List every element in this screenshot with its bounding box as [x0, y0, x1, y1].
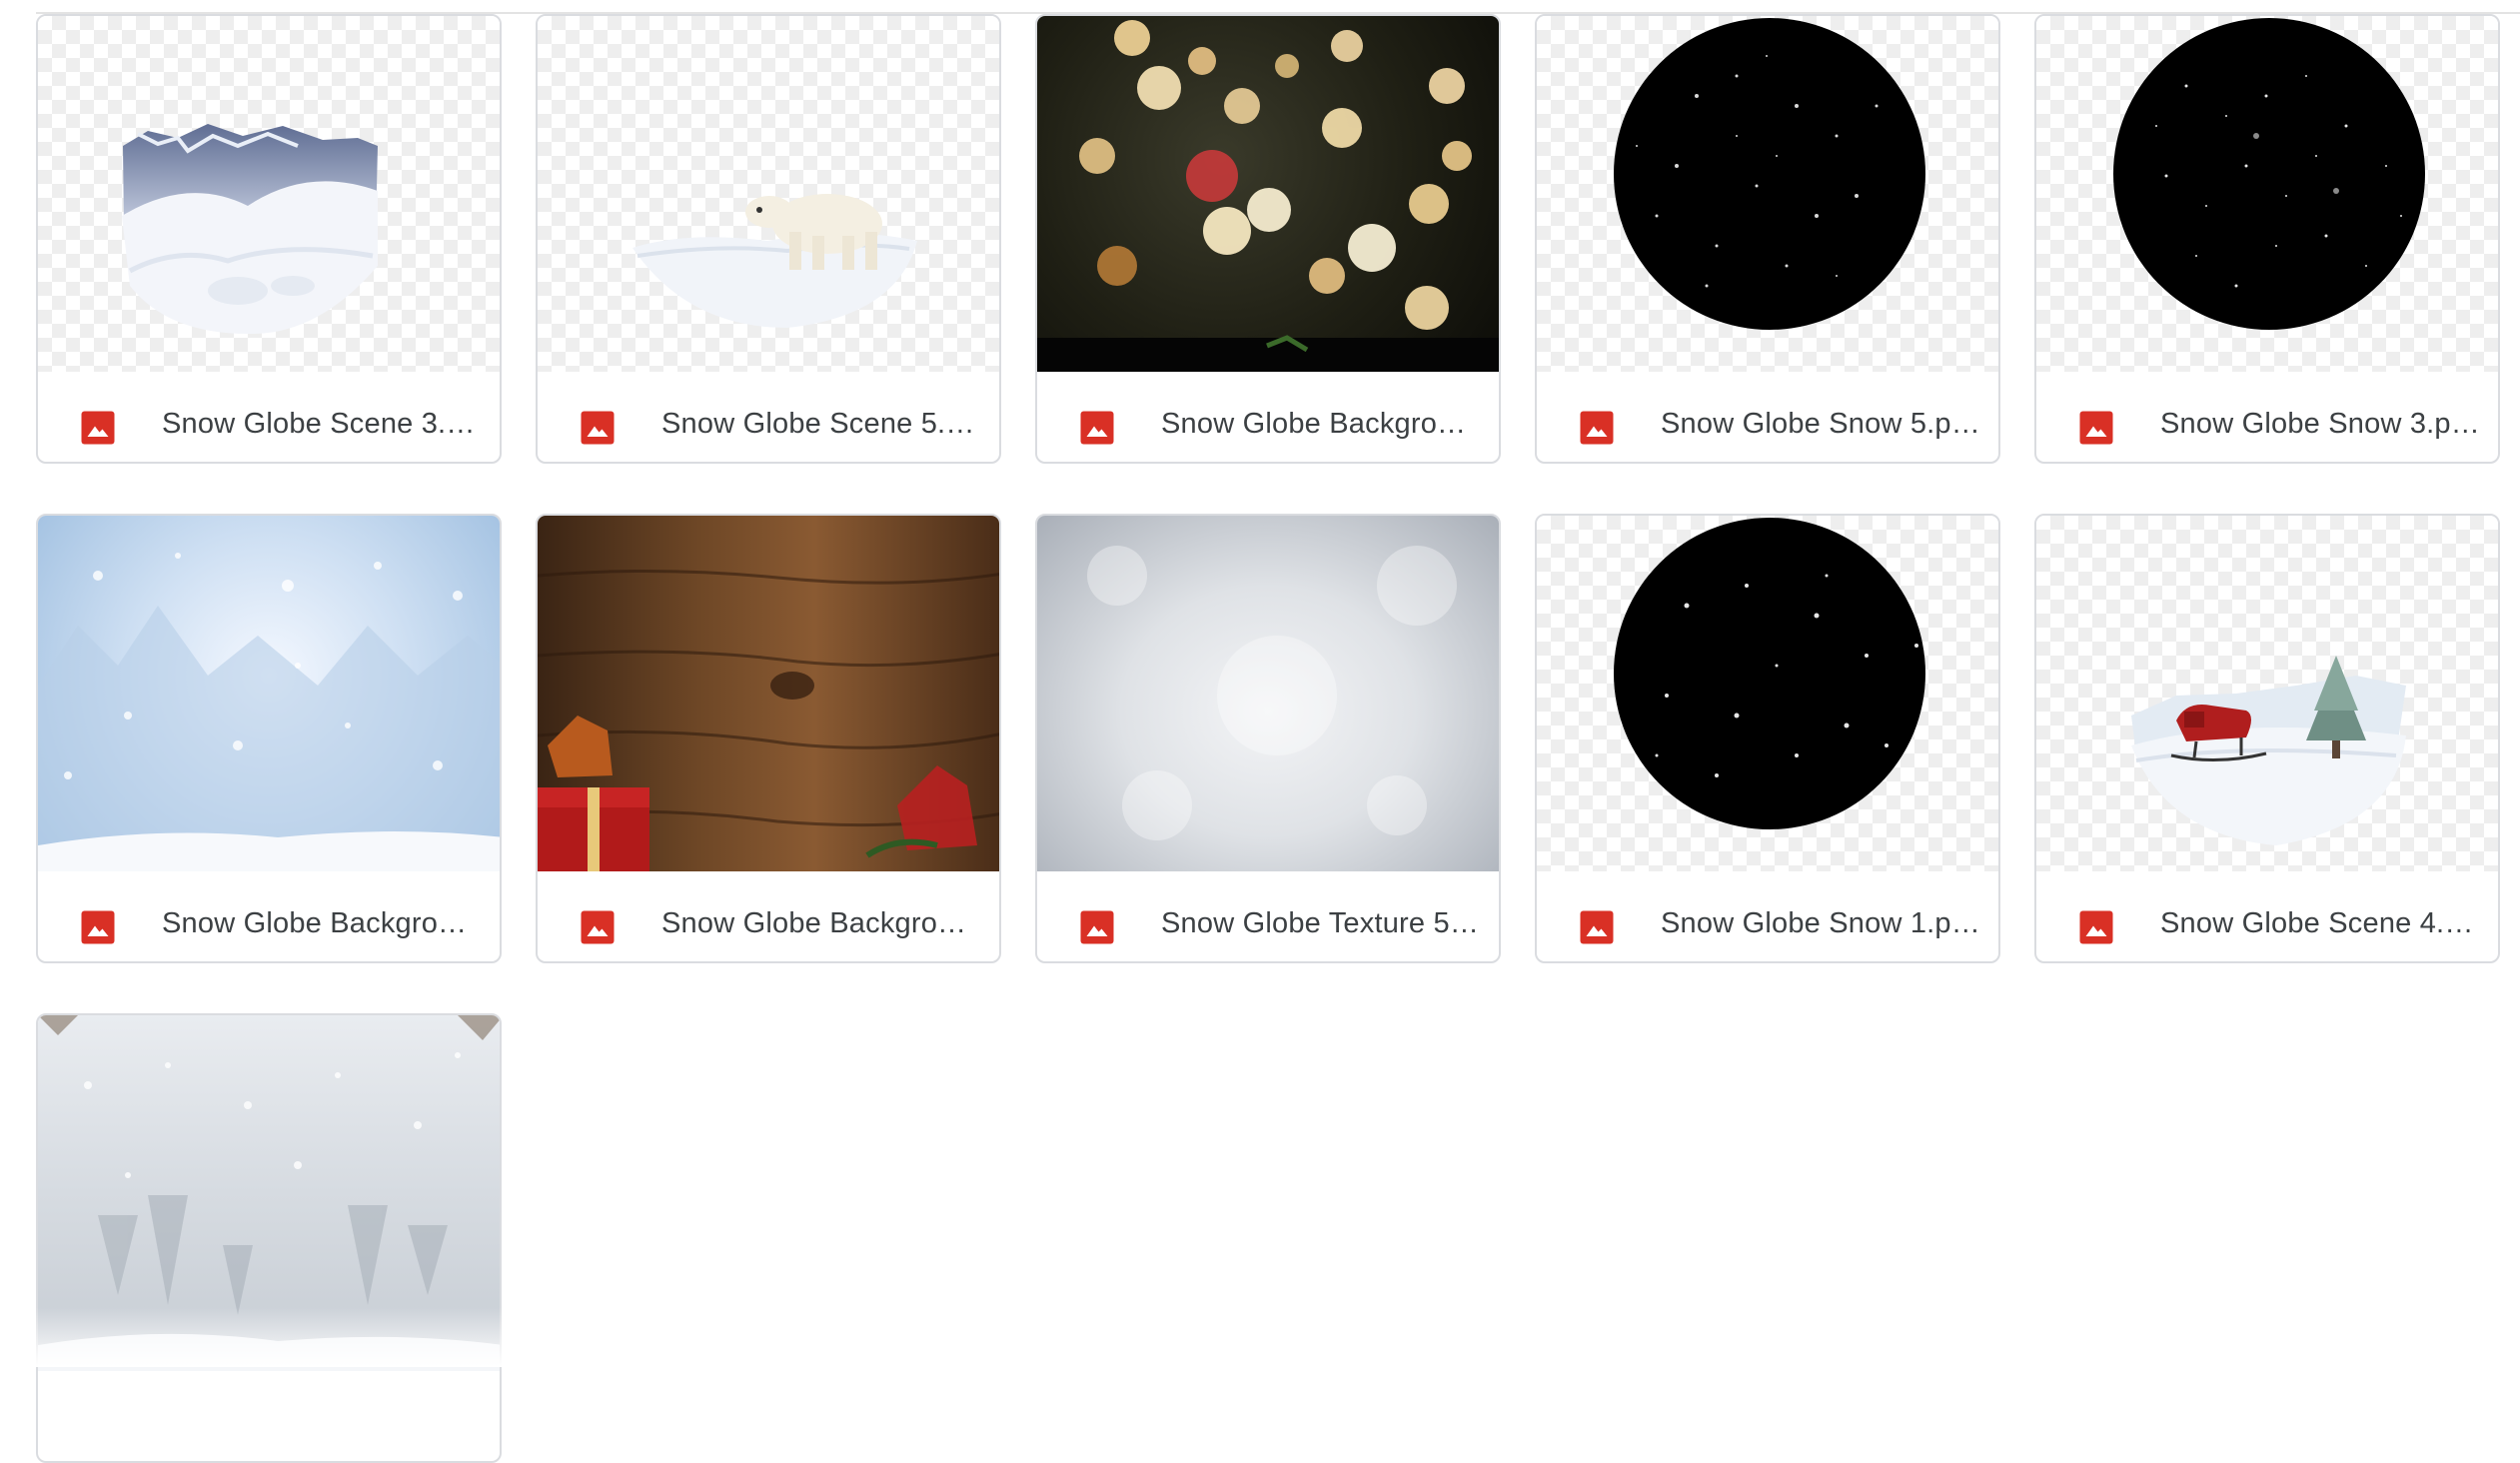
- file-footer: Snow Globe Background: [1037, 372, 1499, 462]
- file-footer: Snow Globe Snow 3.png: [2036, 372, 2498, 462]
- image-file-icon: [1080, 910, 1114, 944]
- image-file-icon: [81, 910, 115, 944]
- file-card[interactable]: Snow Globe Background: [36, 514, 502, 963]
- file-thumbnail: [1037, 516, 1499, 871]
- file-footer: Snow Globe Scene 5.png: [538, 372, 999, 462]
- file-card[interactable]: Snow Globe Snow 1.png: [1535, 514, 2000, 963]
- file-card[interactable]: Snow Globe Scene 4.png: [2034, 514, 2500, 963]
- file-card[interactable]: Snow Globe Background: [1035, 14, 1501, 464]
- file-name: Snow Globe Scene 3.png: [162, 408, 482, 440]
- file-footer: Snow Globe Scene 4.png: [2036, 871, 2498, 961]
- file-grid: Snow Globe Scene 3.png Snow Globe Scene …: [36, 14, 2520, 1463]
- file-footer: [38, 1371, 500, 1461]
- file-card[interactable]: Snow Globe Texture 5.jpg: [1035, 514, 1501, 963]
- file-card[interactable]: Snow Globe Snow 3.png: [2034, 14, 2500, 464]
- image-file-icon: [2079, 910, 2113, 944]
- file-footer: Snow Globe Scene 3.png: [38, 372, 500, 462]
- file-thumbnail: [38, 516, 500, 871]
- image-file-icon: [2079, 411, 2113, 445]
- file-thumbnail: [1037, 16, 1499, 372]
- file-thumbnail: [538, 16, 999, 372]
- file-name: Snow Globe Background: [1161, 408, 1481, 440]
- file-footer: Snow Globe Background: [38, 871, 500, 961]
- file-name: Snow Globe Scene 4.png: [2160, 907, 2480, 939]
- file-card[interactable]: [36, 1013, 502, 1463]
- file-thumbnail: [2036, 16, 2498, 372]
- file-name: Snow Globe Scene 5.png: [661, 408, 981, 440]
- file-card[interactable]: Snow Globe Background: [536, 514, 1001, 963]
- file-card[interactable]: Snow Globe Snow 5.png: [1535, 14, 2000, 464]
- file-card[interactable]: Snow Globe Scene 3.png: [36, 14, 502, 464]
- image-file-icon: [1580, 411, 1614, 445]
- image-file-icon: [1080, 411, 1114, 445]
- file-card[interactable]: Snow Globe Scene 5.png: [536, 14, 1001, 464]
- file-thumbnail: [38, 16, 500, 372]
- file-thumbnail: [1537, 516, 1998, 871]
- file-footer: Snow Globe Background: [538, 871, 999, 961]
- file-thumbnail: [2036, 516, 2498, 871]
- image-file-icon: [1580, 910, 1614, 944]
- file-name: Snow Globe Background: [162, 907, 482, 939]
- file-name: Snow Globe Background: [661, 907, 981, 939]
- file-name: Snow Globe Snow 1.png: [1661, 907, 1980, 939]
- file-footer: Snow Globe Snow 5.png: [1537, 372, 1998, 462]
- image-file-icon: [581, 910, 615, 944]
- image-file-icon: [581, 411, 615, 445]
- file-thumbnail: [538, 516, 999, 871]
- file-footer: Snow Globe Texture 5.jpg: [1037, 871, 1499, 961]
- image-file-icon: [81, 411, 115, 445]
- file-thumbnail: [1537, 16, 1998, 372]
- scroll-fade: [0, 1307, 2520, 1367]
- file-name: Snow Globe Snow 5.png: [1661, 408, 1980, 440]
- file-footer: Snow Globe Snow 1.png: [1537, 871, 1998, 961]
- file-name: Snow Globe Snow 3.png: [2160, 408, 2480, 440]
- file-name: Snow Globe Texture 5.jpg: [1161, 907, 1481, 939]
